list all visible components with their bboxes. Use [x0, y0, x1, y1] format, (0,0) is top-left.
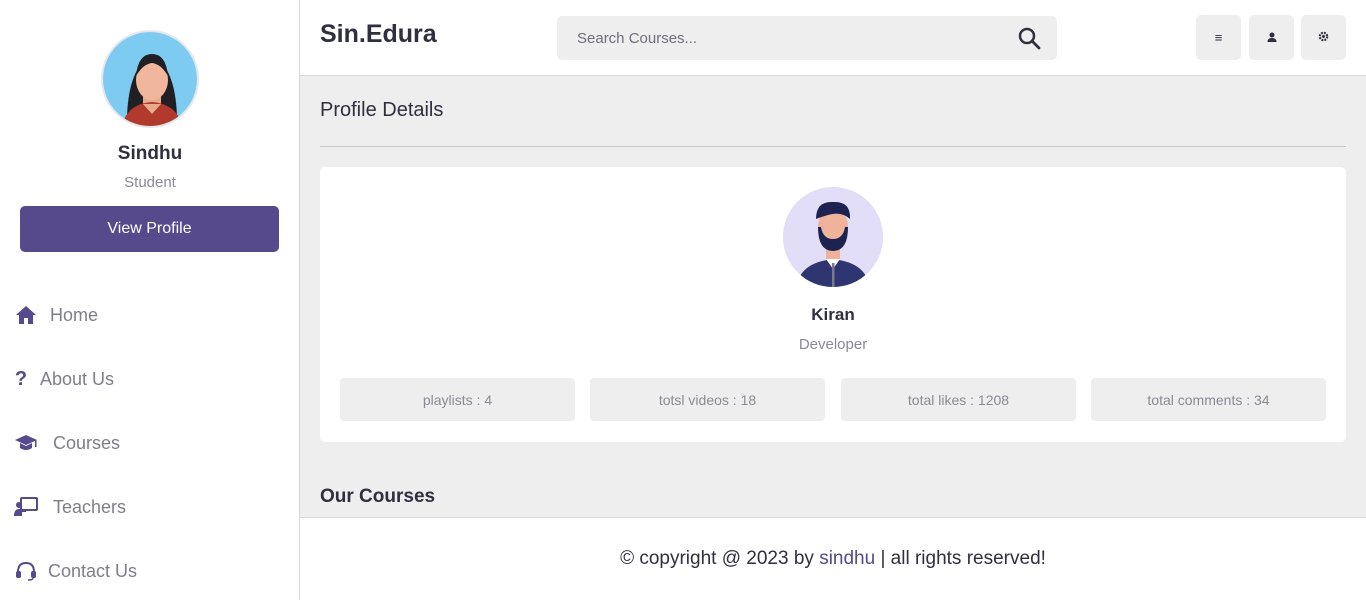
site-logo[interactable]: Sin.Edura [320, 20, 437, 49]
user-icon [1267, 29, 1277, 47]
student-name: Sindhu [117, 143, 183, 164]
stat-comments: total comments : 34 [1091, 378, 1326, 421]
stat-playlists: playlists : 4 [340, 378, 575, 421]
footer-copyright: © copyright @ 2023 by [620, 548, 820, 569]
developer-name: Kiran [811, 305, 855, 324]
question-icon: ? [14, 367, 28, 390]
section-divider [320, 146, 1346, 147]
page-title: Profile Details [320, 99, 444, 121]
sidebar-item-label: Courses [53, 432, 121, 453]
menu-icon: ≡ [1214, 30, 1223, 45]
sidebar: Sindhu Student View Profile Home ? About… [0, 0, 300, 600]
sidebar-item-contact[interactable]: Contact Us [14, 556, 137, 586]
graduation-cap-icon [14, 431, 38, 455]
female-student-avatar-icon [103, 32, 197, 126]
sidebar-item-label: Teachers [53, 496, 127, 517]
headset-icon [14, 559, 38, 583]
home-icon [14, 303, 38, 327]
view-profile-button[interactable]: View Profile [20, 206, 279, 252]
gear-icon [1318, 29, 1329, 47]
courses-heading: Our Courses [320, 486, 436, 507]
sidebar-item-teachers[interactable]: Teachers [14, 492, 126, 522]
developer-role: Developer [798, 336, 868, 353]
footer-author-link[interactable]: sindhu [819, 548, 875, 570]
footer: © copyright @ 2023 by sindhu | all right… [300, 517, 1366, 600]
settings-button[interactable] [1301, 15, 1346, 60]
sidebar-item-label: Home [50, 304, 99, 325]
sidebar-item-label: Contact Us [48, 560, 138, 581]
profile-card: Kiran Developer playlists : 4 totsl vide… [320, 167, 1346, 442]
search-icon[interactable] [1017, 26, 1041, 50]
top-header: Sin.Edura ≡ [300, 0, 1366, 76]
sidebar-item-about[interactable]: ? About Us [14, 364, 114, 394]
stat-likes: total likes : 1208 [841, 378, 1076, 421]
sidebar-item-label: About Us [40, 368, 115, 389]
student-avatar [101, 30, 199, 128]
developer-avatar [783, 187, 883, 287]
search-form [557, 16, 1057, 60]
stat-videos: totsl videos : 18 [590, 378, 825, 421]
male-developer-avatar-icon [783, 187, 883, 287]
sidebar-item-courses[interactable]: Courses [14, 428, 120, 458]
search-input[interactable] [557, 16, 997, 60]
user-button[interactable] [1249, 15, 1294, 60]
chalkboard-teacher-icon [14, 495, 38, 519]
student-role: Student [124, 174, 176, 191]
sidebar-item-home[interactable]: Home [14, 300, 98, 330]
menu-button[interactable]: ≡ [1196, 15, 1241, 60]
footer-rights: | all rights reserved! [875, 548, 1046, 569]
